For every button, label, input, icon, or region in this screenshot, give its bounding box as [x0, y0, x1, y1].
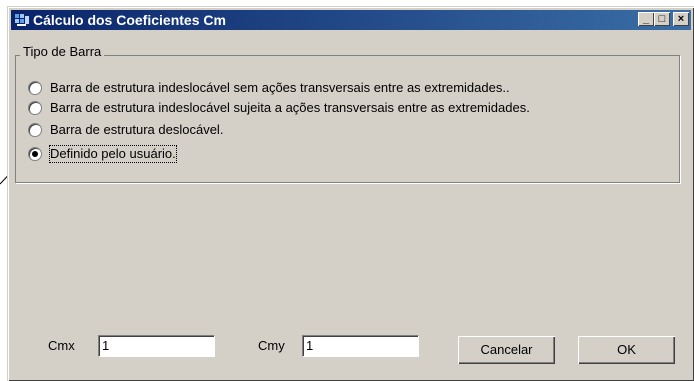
cmy-label: Cmy — [258, 338, 285, 353]
cmy-input[interactable]: 1 — [302, 335, 419, 357]
cancel-button[interactable]: Cancelar — [458, 336, 555, 364]
minimize-button[interactable]: _ — [638, 12, 654, 26]
minimize-icon: _ — [642, 13, 650, 25]
title-bar[interactable]: Cálculo dos Coeficientes Cm _ □ × — [11, 10, 691, 30]
radio-button[interactable] — [28, 101, 42, 115]
radio-label: Definido pelo usuário. — [49, 145, 177, 163]
radio-button-selected[interactable] — [28, 147, 42, 161]
radio-label: Barra de estrutura indeslocável sem açõe… — [50, 80, 510, 95]
window-title: Cálculo dos Coeficientes Cm — [33, 12, 226, 28]
radio-option-1[interactable]: Barra de estrutura indeslocável sem açõe… — [28, 79, 510, 97]
cmx-label: Cmx — [48, 338, 75, 353]
radio-button[interactable] — [28, 81, 42, 95]
radio-option-3[interactable]: Barra de estrutura deslocável. — [28, 121, 223, 139]
maximize-button[interactable]: □ — [654, 12, 670, 26]
radio-label: Barra de estrutura indeslocável sujeita … — [50, 100, 530, 115]
tipo-de-barra-group — [15, 55, 680, 183]
close-button[interactable]: × — [673, 12, 689, 26]
cmx-input[interactable]: 1 — [98, 335, 215, 357]
radio-dot-icon — [32, 151, 38, 157]
radio-option-4[interactable]: Definido pelo usuário. — [28, 145, 177, 163]
maximize-icon: □ — [658, 13, 666, 25]
radio-label: Barra de estrutura deslocável. — [50, 122, 224, 137]
radio-option-2[interactable]: Barra de estrutura indeslocável sujeita … — [28, 99, 530, 117]
close-icon: × — [677, 13, 685, 25]
ok-button[interactable]: OK — [578, 336, 675, 364]
group-label: Tipo de Barra — [20, 44, 105, 60]
app-icon — [15, 14, 29, 26]
radio-button[interactable] — [28, 123, 42, 137]
